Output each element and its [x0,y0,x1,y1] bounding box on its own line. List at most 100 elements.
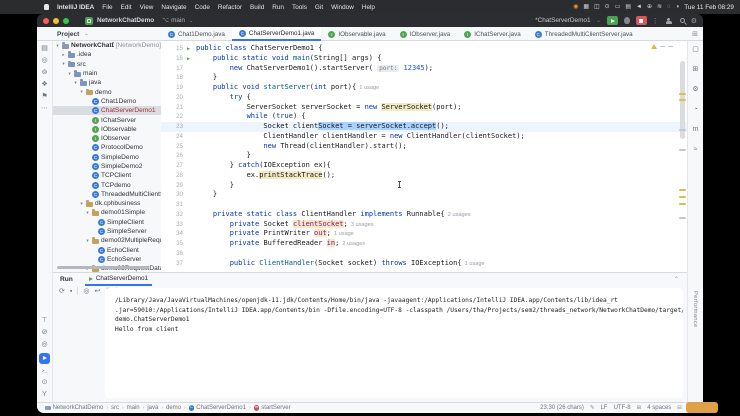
run-configuration-select[interactable]: *ChatServerDemo1 [535,17,590,24]
menu-item-tools[interactable]: Tools [292,4,307,11]
tree-horizontal-scrollbar[interactable] [57,266,149,269]
menu-item-code[interactable]: Code [195,4,210,11]
tree-arrow-icon[interactable]: ▾ [61,61,66,67]
commit-icon[interactable]: ◎ [41,57,47,64]
tree-item-iobserver[interactable]: I IObserver [53,134,161,143]
bookmarks-icon[interactable]: ⚑ [41,93,47,100]
database-icon[interactable]: ⊞ [693,66,699,73]
wifi-icon[interactable]: ≋ [657,0,662,14]
code-line-35[interactable]: 35 private BufferedReader in; 2 usages [161,239,687,249]
tree-arrow-icon[interactable]: ▾ [85,210,90,216]
tree-item-networkchatdemo[interactable]: ▾ NetworkChatDemo [NetworkDemo] [53,41,161,50]
mic-icon[interactable]: ⊙ [605,0,610,14]
run-tab[interactable]: ChatServerDemo1 [84,273,152,286]
tree-item-src[interactable]: ▾ src [53,60,161,69]
code-line-15[interactable]: 15 ▶ public class ChatServerDemo1 { [161,44,687,54]
code-line-19[interactable]: 19 public void startServer(int port){ 1 … [161,83,687,93]
tree-arrow-icon[interactable]: ▾ [73,80,78,86]
code-line-17[interactable]: 17 new ChatServerDemo1().startServer( po… [161,64,687,74]
debug-icon[interactable]: ⊘ [42,329,48,336]
breadcrumb-java[interactable]: java [147,405,158,411]
tree-item-protocoldemo[interactable]: C ProtocolDemo [53,143,161,152]
pencil-icon[interactable]: ✎ [590,405,595,411]
version-control-icon[interactable]: Y [42,391,47,398]
display-icon[interactable]: ▦ [583,0,589,14]
breadcrumb-chatserverdemo1[interactable]: C ChatServerDemo1 [188,405,246,411]
control-center-icon[interactable]: ◑ [676,0,680,14]
tree-item-echoclient[interactable]: C EchoClient [53,246,161,255]
menu-item-run[interactable]: Run [272,4,284,11]
tree-item-demo01simple[interactable]: ▾ demo01Simple [53,208,161,217]
coverage-icon[interactable]: ◔ [693,106,697,113]
terminal-icon[interactable]: >_ [42,369,48,374]
notifications-icon[interactable]: ▢ [692,46,699,53]
mail-icon[interactable]: ▤ [625,0,631,14]
recording-indicator-icon[interactable]: ◉ [573,0,578,14]
tree-item-chat1demo[interactable]: C Chat1Demo [53,97,161,106]
tab-chat1demo-java[interactable]: C Chat1Demo.java [161,27,232,41]
tree-item-idea[interactable]: ▸ .idea [53,50,161,59]
debug-button[interactable] [623,17,630,24]
run-toolbar-rerun-icon[interactable]: ⟳ [59,287,65,295]
tree-item-dk-cphbusiness[interactable]: ▾ dk.cphbusiness [53,199,161,208]
tree-item-simpledemo[interactable]: C SimpleDemo [53,153,161,162]
tree-item-tcpdemo[interactable]: C TCPdemo [53,180,161,189]
tree-arrow-icon[interactable]: ▾ [67,71,72,77]
tree-arrow-icon[interactable]: ▾ [85,238,90,244]
tree-item-simpleserver[interactable]: C SimpleServer [53,227,161,236]
tree-arrow-icon[interactable]: ▾ [55,43,60,49]
project-tool-window-header[interactable]: Project ⌄ [57,27,91,41]
code-line-20[interactable]: 20 try { [161,93,687,103]
split-editor-icon[interactable]: ⊞ [692,30,698,38]
window-switcher-icon[interactable]: ▭ [615,0,621,14]
tab-iobservable-java[interactable]: I IObservable.java [321,27,392,41]
run-toolbar-pin-icon[interactable]: ◎ [83,287,89,295]
tab-threadedmulticlientserver-java[interactable]: C ThreadedMultiClientServer.java [528,27,640,41]
pull-requests-icon[interactable]: ⊚ [42,69,48,76]
run-console[interactable]: /Library/Java/JavaVirtualMachines/openjd… [105,288,683,398]
file-encoding[interactable]: UTF-8 [614,405,631,411]
tree-item-demo02multiplereques[interactable]: ▾ demo02MultipleReques [53,236,161,245]
code-line-25[interactable]: 25 new Thread(clientHandler).start(); [161,142,687,152]
project-name[interactable]: NetworkChatDemo [97,17,154,24]
breadcrumb-demo[interactable]: demo [166,405,181,411]
code-line-28[interactable]: 28 ex.printStackTrace(); [161,170,687,181]
code-line-31[interactable]: 31 [161,200,687,210]
project-icon[interactable]: ▤ [41,45,48,52]
zoom-window-button[interactable] [63,17,69,24]
code-line-32[interactable]: 32 private static class ClientHandler im… [161,210,687,220]
read-only-icon[interactable]: ⊟ [677,405,682,411]
code-editor[interactable]: 15 ▶ public class ChatServerDemo1 {16 ▶ pub… [161,41,687,272]
tree-item-tcpclient[interactable]: C TCPClient [53,171,161,180]
maven-icon[interactable]: m [693,126,699,133]
code-line-24[interactable]: 24 ClientHandler clientHandler = new Cli… [161,132,687,142]
tree-item-simpledemo2[interactable]: C SimpleDemo2 [53,162,161,171]
tab-ichatserver-java[interactable]: I IChatServer.java [457,27,528,41]
tree-item-java[interactable]: ▾ java [53,78,161,87]
tree-arrow-icon[interactable]: ▾ [79,89,84,95]
run-icon[interactable] [39,353,50,364]
screenshot-icon[interactable]: ◫ [594,0,600,14]
menu-item-view[interactable]: View [140,4,154,11]
tree-arrow-icon[interactable]: ▾ [79,201,84,207]
tree-item-chatserverdemo1[interactable]: C ChatServerDemo1 [53,106,161,116]
menu-item-window[interactable]: Window [331,4,354,11]
todo-icon[interactable]: ◎ [41,341,47,348]
code-with-me-icon[interactable] [665,17,672,24]
search-icon[interactable]: ◌ [667,0,671,14]
breadcrumb-main[interactable]: main [127,405,140,411]
menu-item-intellij-idea[interactable]: IntelliJ IDEA [57,4,94,11]
tree-item-demo[interactable]: ▾ demo [53,87,161,96]
tree-item-echoserver[interactable]: C EchoServer [53,255,161,264]
indent-setting[interactable]: 4 spaces [647,405,671,411]
close-window-button[interactable] [43,17,49,24]
more-actions-icon[interactable]: ⋮ [652,17,659,25]
tree-item-simpleclient[interactable]: C SimpleClient [53,218,161,227]
menu-bar-clock[interactable]: Tue 11 Feb 08:29 [684,4,734,11]
run-toolbar-soft-wrap-icon[interactable]: ↩ [94,287,100,295]
code-line-23[interactable]: 23 Socket clientSocket = serverSocket.ac… [161,122,687,132]
code-line-37[interactable]: 37 public ClientHandler(Socket socket) t… [161,259,687,269]
tree-item-main[interactable]: ▾ main [53,69,161,78]
inspections-widget[interactable] [651,44,673,49]
tab-iobserver-java[interactable]: I IObserver.java [393,27,458,41]
